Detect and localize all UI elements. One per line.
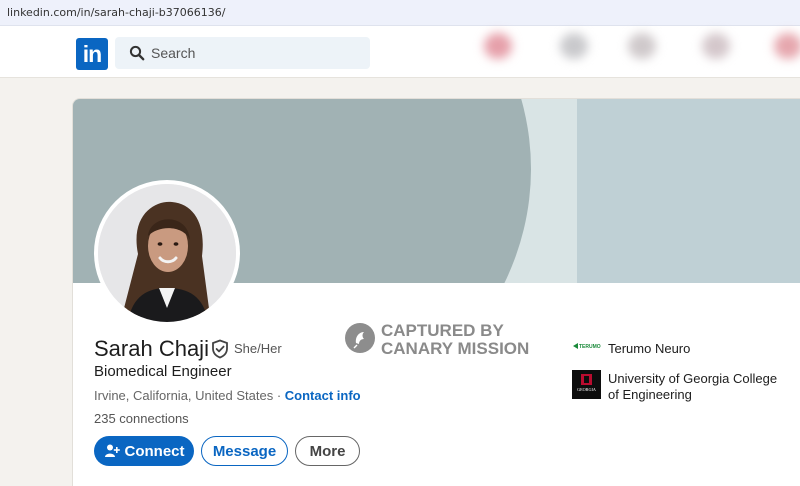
top-navbar: in — [0, 26, 800, 78]
school-name[interactable]: University of Georgia College of Enginee… — [608, 371, 777, 403]
search-input[interactable] — [151, 37, 361, 69]
terumo-logo-text: TERUMO — [579, 344, 601, 350]
nav-icon-jobs[interactable] — [628, 33, 656, 59]
school-name-line1: University of Georgia College — [608, 371, 778, 386]
profile-avatar[interactable] — [94, 180, 240, 326]
add-person-icon — [104, 444, 120, 457]
verified-shield-icon[interactable] — [210, 339, 230, 359]
watermark-bird-icon — [345, 323, 375, 353]
browser-address-bar[interactable]: linkedin.com/in/sarah-chaji-b37066136/ — [0, 0, 800, 26]
contact-info-link[interactable]: Contact info — [285, 388, 361, 403]
profile-photo — [98, 184, 236, 322]
search-box[interactable] — [115, 37, 370, 69]
school-name-line2: of Engineering — [608, 387, 692, 402]
nav-icon-messaging[interactable] — [702, 33, 730, 59]
banner-right-panel — [577, 99, 800, 283]
watermark-line2: CANARY MISSION — [381, 339, 530, 358]
nav-icons-blurred — [470, 26, 800, 78]
connections-count[interactable]: 235 connections — [94, 411, 189, 426]
url-text[interactable]: linkedin.com/in/sarah-chaji-b37066136/ — [7, 6, 225, 19]
georgia-school-logo[interactable]: GEORGIA — [572, 370, 601, 399]
more-button[interactable]: More — [295, 436, 360, 466]
nav-icon-notifications[interactable] — [774, 33, 800, 59]
nav-icon-home[interactable] — [484, 33, 512, 59]
separator-dot: · — [273, 388, 285, 403]
school-logo-text: GEORGIA — [577, 387, 596, 392]
nav-icon-network[interactable] — [560, 33, 588, 59]
profile-headline: Biomedical Engineer — [94, 363, 232, 380]
message-button[interactable]: Message — [201, 436, 288, 466]
watermark-text: CAPTURED BY CANARY MISSION — [381, 322, 561, 358]
linkedin-logo[interactable]: in — [76, 38, 108, 70]
profile-name: Sarah Chaji — [94, 336, 209, 361]
pronouns: She/Her — [234, 341, 282, 356]
connect-button[interactable]: Connect — [94, 436, 194, 466]
watermark-line1: CAPTURED BY — [381, 321, 504, 340]
location-text: Irvine, California, United States — [94, 388, 274, 403]
company-name[interactable]: Terumo Neuro — [608, 341, 690, 356]
profile-location-line: Irvine, California, United States · Cont… — [94, 388, 361, 403]
search-icon — [129, 45, 145, 61]
terumo-logo: TERUMO — [573, 343, 601, 350]
connect-label: Connect — [124, 442, 185, 460]
